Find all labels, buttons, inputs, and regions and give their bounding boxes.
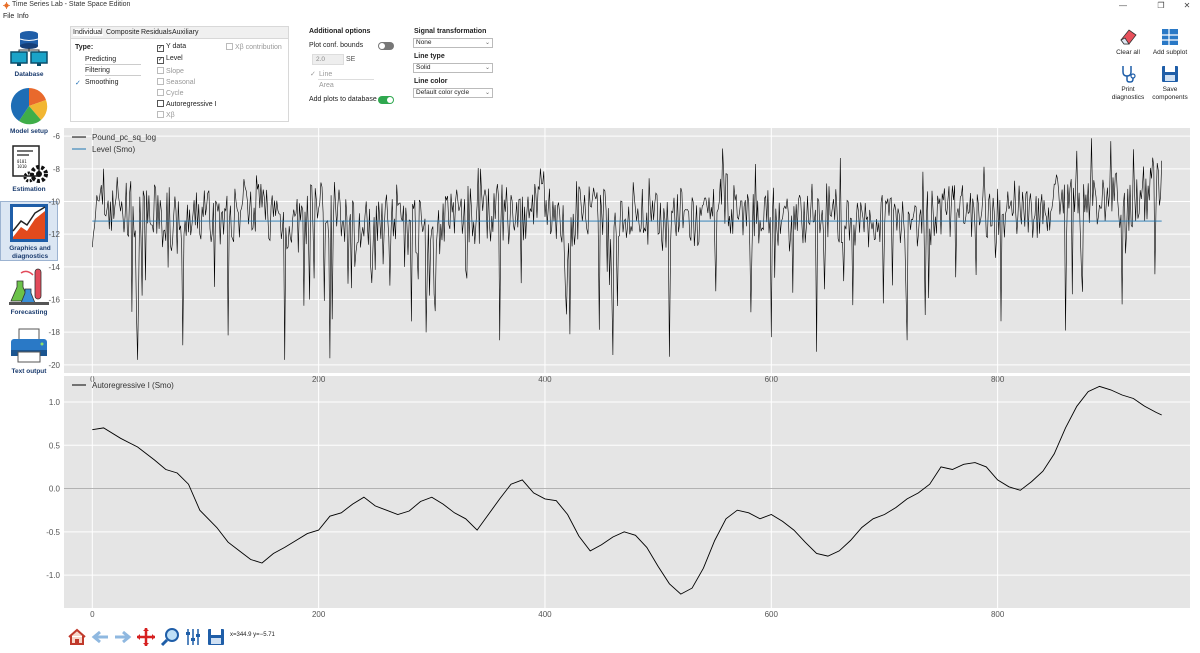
print-diagnostics-button[interactable]: Print diagnostics xyxy=(1108,64,1148,102)
x-tick-label: 800 xyxy=(991,610,1005,619)
divider xyxy=(85,64,141,65)
app-icon xyxy=(3,2,10,9)
menu-file[interactable]: File xyxy=(3,13,14,20)
eraser-icon xyxy=(1120,29,1137,45)
sidebar-item-estimation[interactable]: 0101 1010 Estimation xyxy=(0,144,58,196)
sidebar-label-model-setup: Model setup xyxy=(10,128,48,135)
line-color-label: Line color xyxy=(414,78,448,85)
sidebar-label-estimation: Estimation xyxy=(12,186,46,193)
home-icon[interactable] xyxy=(67,627,87,647)
save-figure-icon[interactable] xyxy=(206,627,226,647)
plot-area-bottom[interactable] xyxy=(64,376,1190,608)
type-filtering[interactable]: Filtering xyxy=(85,67,110,74)
component-xbeta: Xβ xyxy=(157,111,175,119)
signal-title: Signal transformation xyxy=(414,28,487,35)
type-predicting[interactable]: Predicting xyxy=(85,56,116,63)
sidebar-item-graphics[interactable]: Graphics and diagnostics xyxy=(0,201,58,261)
chart-icon xyxy=(10,204,48,242)
flask-icon xyxy=(9,268,49,305)
svg-text:1010: 1010 xyxy=(17,164,27,169)
close-button[interactable]: ✕ xyxy=(1176,0,1198,12)
x-tick-label: 200 xyxy=(312,610,326,619)
plot-toolbar xyxy=(64,627,364,649)
se-input[interactable]: 2.0 xyxy=(312,54,344,65)
xb-contribution: Xβ contribution xyxy=(226,43,282,51)
tab-individual[interactable]: Individual xyxy=(73,29,103,36)
chevron-down-icon: ⌄ xyxy=(484,90,490,96)
checkbox-checked[interactable]: ✓ xyxy=(157,45,164,52)
conf-bounds-label: Plot conf. bounds xyxy=(309,42,364,49)
style-line: Line xyxy=(319,71,333,78)
sidebar-item-database[interactable]: Database xyxy=(0,28,58,80)
x-tick-label: 400 xyxy=(538,610,552,619)
se-label: SE xyxy=(346,56,356,63)
tab-composite[interactable]: Composite xyxy=(106,29,139,36)
pie-chart-icon xyxy=(10,87,48,125)
maximize-button[interactable]: ❐ xyxy=(1150,0,1172,12)
add-subplot-button[interactable]: Add subplot xyxy=(1150,27,1190,57)
line-color-select[interactable]: Default color cycle ⌄ xyxy=(413,88,493,98)
additional-options-title: Additional options xyxy=(309,28,371,35)
sidebar-label-forecasting: Forecasting xyxy=(10,309,48,316)
sidebar-label-graphics: Graphics and diagnostics xyxy=(9,245,51,260)
component-ydata[interactable]: ✓ Y data xyxy=(157,43,186,52)
checkbox-checked[interactable]: ✓ xyxy=(157,57,164,64)
type-label: Type: xyxy=(75,44,94,51)
plot-options-panel: Individual Composite Residuals Auxiliary… xyxy=(70,26,289,122)
chevron-down-icon: ⌄ xyxy=(484,40,490,46)
type-smoothing[interactable]: Smoothing xyxy=(85,79,118,86)
checkbox-unchecked[interactable] xyxy=(157,100,164,107)
forward-arrow-icon[interactable] xyxy=(113,627,133,647)
sidebar: Database Model setup 0101 1010 Estimatio… xyxy=(0,24,58,653)
clear-all-button[interactable]: Clear all xyxy=(1108,27,1148,57)
cursor-coordinates: x=344.9 y=−5.71 xyxy=(230,632,275,638)
sidebar-label-database: Database xyxy=(14,71,44,78)
plot-area-top[interactable] xyxy=(64,128,1190,373)
printer-icon xyxy=(11,328,47,363)
check-icon: ✓ xyxy=(75,80,81,87)
window-title: Time Series Lab - State Space Edition xyxy=(12,1,131,8)
tab-auxiliary[interactable]: Auxiliary xyxy=(172,29,198,36)
x-tick-label: 600 xyxy=(765,610,779,619)
menu-bar: File Info xyxy=(0,12,1200,22)
add-db-toggle[interactable] xyxy=(378,96,394,104)
zoom-icon[interactable] xyxy=(160,627,180,647)
database-icon xyxy=(10,31,48,66)
check-icon: ✓ xyxy=(310,71,316,78)
save-icon xyxy=(1162,66,1178,82)
add-db-label: Add plots to database xyxy=(309,96,377,103)
sidebar-item-text-output[interactable]: Text output xyxy=(0,326,58,378)
minimize-button[interactable]: — xyxy=(1112,0,1134,12)
line-type-select[interactable]: Solid ⌄ xyxy=(413,63,493,73)
tab-residuals[interactable]: Residuals xyxy=(141,29,172,36)
sidebar-label-text-output: Text output xyxy=(11,368,47,375)
gears-icon: 0101 1010 xyxy=(12,145,48,183)
configure-icon[interactable] xyxy=(183,627,203,647)
divider xyxy=(85,75,141,76)
chevron-down-icon: ⌄ xyxy=(484,65,490,71)
pan-icon[interactable] xyxy=(136,627,156,647)
stethoscope-icon xyxy=(1122,66,1136,83)
back-arrow-icon[interactable] xyxy=(90,627,110,647)
grid-icon xyxy=(1162,29,1178,45)
component-level[interactable]: ✓ Level xyxy=(157,55,183,64)
divider xyxy=(318,79,374,80)
component-slope: Slope xyxy=(157,67,184,75)
menu-info[interactable]: Info xyxy=(17,13,29,20)
component-autoregressive[interactable]: Autoregressive I xyxy=(157,100,217,108)
component-seasonal: Seasonal xyxy=(157,78,195,86)
sidebar-item-model-setup[interactable]: Model setup xyxy=(0,86,58,138)
line-type-label: Line type xyxy=(414,53,445,60)
sidebar-item-forecasting[interactable]: Forecasting xyxy=(0,267,58,319)
style-area: Area xyxy=(319,82,334,89)
x-tick-label: 0 xyxy=(90,610,95,619)
signal-select[interactable]: None ⌄ xyxy=(413,38,493,48)
component-cycle: Cycle xyxy=(157,89,184,97)
title-bar: Time Series Lab - State Space Edition — … xyxy=(0,0,1200,12)
save-components-button[interactable]: Save components xyxy=(1150,64,1190,102)
conf-bounds-toggle[interactable] xyxy=(378,42,394,50)
